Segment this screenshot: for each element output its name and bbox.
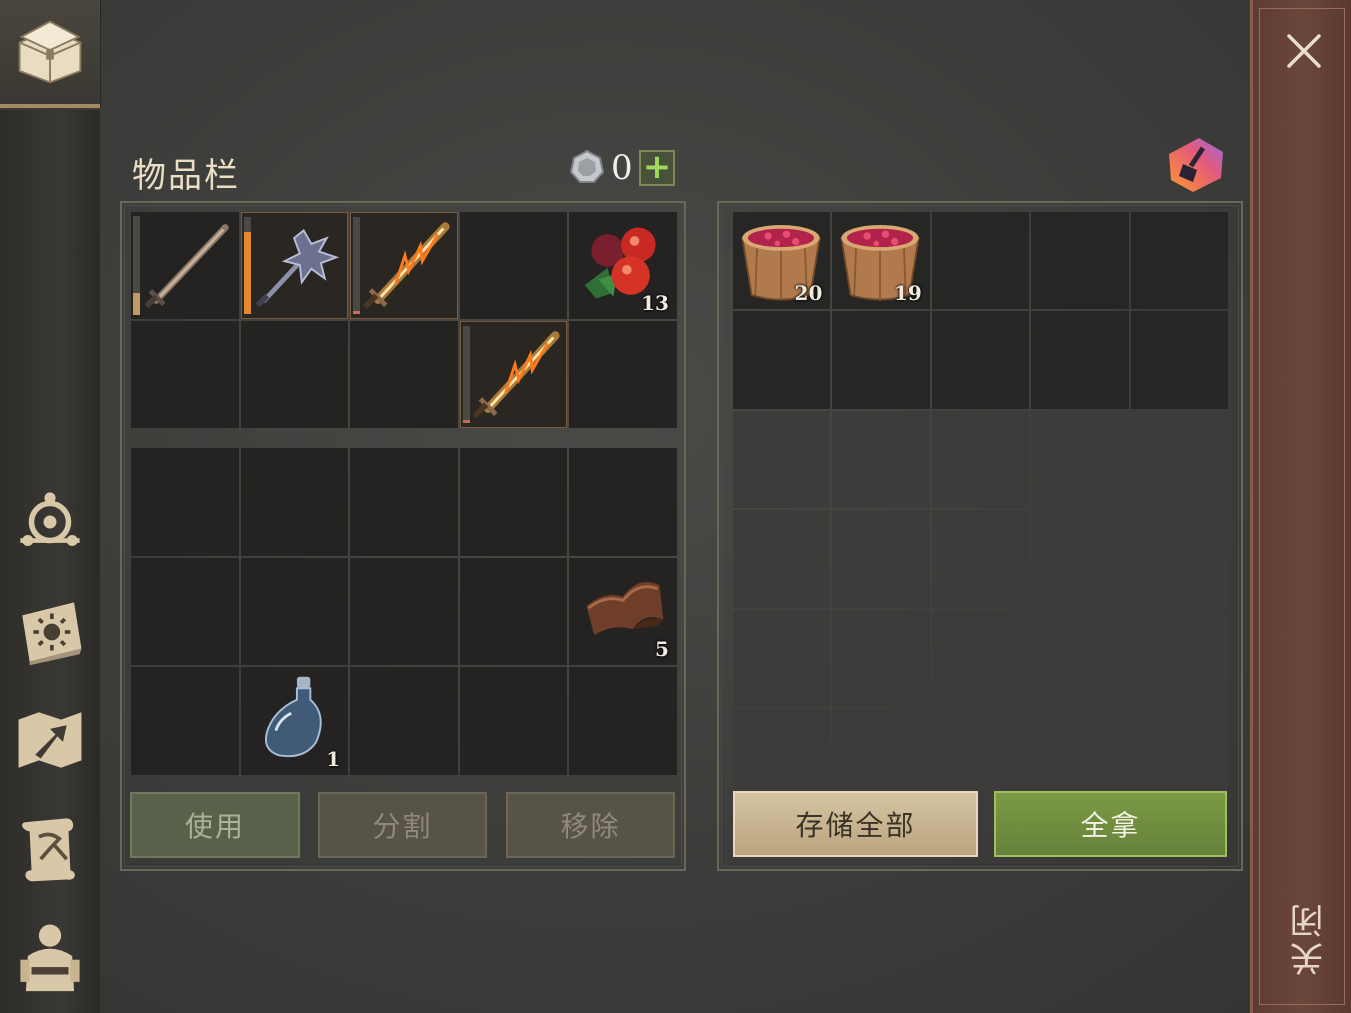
locked-slot — [931, 410, 1030, 509]
locked-slot — [1130, 510, 1228, 608]
wooden-sword-icon — [144, 224, 229, 309]
use-button[interactable]: 使用 — [130, 792, 300, 858]
backpack-slot[interactable] — [240, 448, 349, 556]
chest-icon — [18, 20, 82, 84]
backpack-slot[interactable]: 5 — [569, 557, 677, 666]
inventory-slot[interactable] — [240, 321, 349, 428]
backpack-slot[interactable] — [240, 557, 349, 666]
item-quantity: 5 — [655, 637, 669, 662]
left-sidebar — [0, 0, 101, 1013]
item-quantity: 19 — [893, 281, 922, 306]
locked-slot — [832, 609, 930, 707]
backpack-slot[interactable] — [459, 448, 568, 556]
character-icon — [20, 924, 80, 992]
flame-sword-icon — [472, 331, 560, 419]
locked-slot — [733, 510, 831, 608]
take-all-button[interactable]: 全拿 — [994, 791, 1227, 857]
scroll-icon — [22, 818, 75, 882]
backpack-slot[interactable] — [459, 667, 568, 775]
inventory-title: 物品栏 — [132, 156, 240, 196]
quick-slot-grid: 13 — [131, 212, 677, 428]
item-quantity: 13 — [641, 291, 669, 315]
item-quantity: 1 — [326, 746, 341, 771]
sidebar-item-character[interactable] — [10, 916, 90, 996]
currency-count: 0 — [611, 148, 633, 188]
storage-slot[interactable] — [1031, 311, 1129, 409]
split-button[interactable]: 分割 — [318, 792, 487, 858]
locked-slot — [832, 510, 930, 608]
sidebar-item-journal[interactable] — [10, 592, 90, 672]
close-icon[interactable] — [1281, 28, 1327, 74]
inventory-slot[interactable] — [131, 321, 239, 428]
locked-slot — [1031, 510, 1129, 608]
inventory-slot[interactable] — [350, 321, 458, 428]
add-currency-button[interactable]: + — [639, 150, 675, 186]
close-bar-border — [1259, 8, 1345, 1005]
locked-slot — [1130, 609, 1228, 707]
locked-slot — [733, 609, 831, 707]
sun-book-icon — [22, 602, 82, 666]
backpack-slot[interactable] — [459, 557, 568, 666]
locked-slot — [832, 410, 930, 509]
map-icon — [18, 712, 82, 768]
silver-coin-icon — [570, 150, 604, 183]
tab-storage[interactable] — [0, 0, 101, 108]
sidebar-item-quests[interactable] — [10, 808, 90, 888]
storage-slot[interactable] — [832, 311, 930, 409]
backpack-slot[interactable] — [350, 448, 458, 556]
backpack-slot[interactable]: 1 — [240, 667, 349, 775]
storage-slot[interactable] — [733, 311, 831, 409]
locked-slot — [1031, 410, 1129, 509]
storage-grid: 20 19 — [733, 212, 1228, 807]
storage-slot[interactable]: 20 — [733, 212, 831, 310]
locked-slot — [733, 410, 831, 509]
sort-broom-icon[interactable] — [1165, 134, 1227, 196]
locked-slot — [1130, 410, 1228, 509]
backpack-grid: 5 1 — [131, 448, 677, 775]
backpack-slot[interactable] — [350, 667, 458, 775]
backpack-slot[interactable] — [569, 448, 677, 556]
sidebar-item-skills[interactable] — [10, 482, 90, 562]
inventory-slot[interactable] — [569, 321, 677, 428]
backpack-slot[interactable] — [131, 667, 239, 775]
compass-icon — [20, 492, 80, 547]
item-quantity: 20 — [794, 281, 823, 306]
storage-slot[interactable] — [1130, 212, 1228, 310]
locked-slot — [931, 609, 1030, 707]
flame-sword-icon — [362, 222, 450, 310]
inventory-slot[interactable] — [459, 321, 568, 428]
sidebar-item-map[interactable] — [10, 700, 90, 780]
locked-slot — [1031, 609, 1129, 707]
inventory-slot[interactable]: 13 — [569, 212, 677, 319]
backpack-slot[interactable] — [131, 557, 239, 666]
close-label[interactable]: 关闭 — [1285, 900, 1334, 976]
backpack-slot[interactable] — [350, 557, 458, 666]
inventory-slot[interactable] — [459, 212, 568, 319]
storage-slot[interactable]: 19 — [832, 212, 930, 310]
backpack-slot[interactable] — [131, 448, 239, 556]
inventory-slot[interactable] — [131, 212, 239, 319]
store-all-button[interactable]: 存储全部 — [733, 791, 978, 857]
storage-slot[interactable] — [931, 311, 1030, 409]
locked-slot — [931, 510, 1030, 608]
close-bar[interactable]: 关闭 — [1250, 0, 1351, 1013]
storage-slot[interactable] — [931, 212, 1030, 310]
backpack-slot[interactable] — [569, 667, 677, 775]
iron-mace-icon — [255, 228, 339, 308]
storage-slot[interactable] — [1031, 212, 1129, 310]
inventory-slot[interactable] — [240, 212, 349, 319]
remove-button[interactable]: 移除 — [506, 792, 675, 858]
storage-slot[interactable] — [1130, 311, 1228, 409]
inventory-slot[interactable] — [350, 212, 458, 319]
